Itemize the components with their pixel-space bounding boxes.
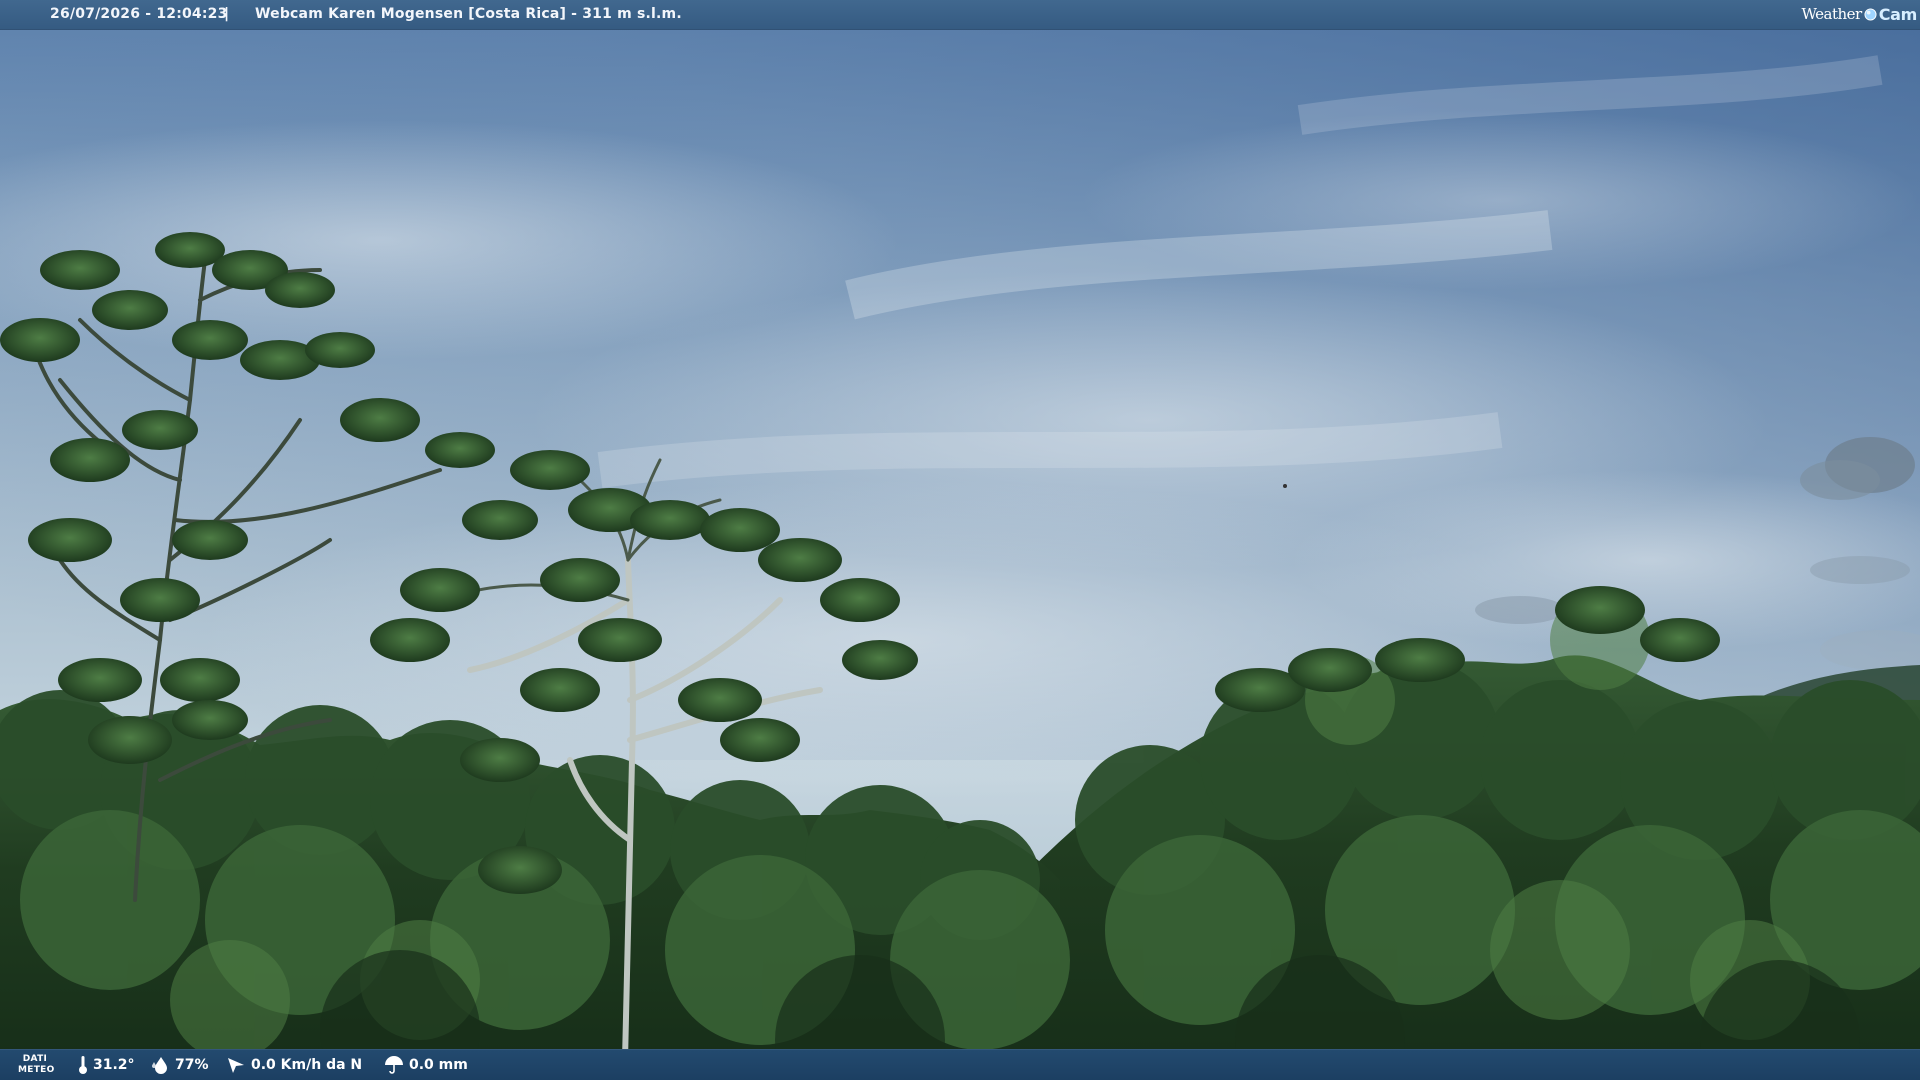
temperature-value: 31.2° [93, 1057, 135, 1073]
temperature-reading: 31.2° [78, 1050, 135, 1080]
brand-cam-text: Cam [1878, 5, 1918, 24]
info-separator: | [224, 6, 230, 22]
wind-direction-icon [228, 1058, 244, 1073]
weather-label-line1: DATI [22, 1054, 48, 1064]
wind-reading: 0.0 Km/h da N [226, 1050, 362, 1080]
wind-value: 0.0 Km/h da N [251, 1057, 363, 1073]
rain-reading: 0.0 mm [384, 1050, 468, 1080]
webcam-info-bar: 26/07/2026 - 12:04:23 | Webcam Karen Mog… [0, 0, 1920, 30]
webcam-location: Webcam Karen Mogensen [Costa Rica] - 311… [255, 6, 682, 22]
webcam-view: 26/07/2026 - 12:04:23 | Webcam Karen Mog… [0, 0, 1920, 1080]
humidity-value: 77% [175, 1057, 209, 1073]
thermometer-icon [79, 1056, 87, 1074]
weather-label-line2: METEO [18, 1065, 55, 1075]
globe-icon [1864, 8, 1877, 21]
humidity-reading: 77% [152, 1050, 209, 1080]
rain-value: 0.0 mm [409, 1057, 468, 1073]
capture-datetime: 26/07/2026 - 12:04:23 [50, 6, 228, 22]
rain-umbrella-icon [385, 1056, 403, 1074]
weather-data-label: DATI METEO [18, 1054, 55, 1076]
weather-data-bar: DATI METEO 31.2° 77% 0.0 Km/h da N 0.0 m… [0, 1049, 1920, 1080]
weathercam-logo: Weather Cam [1801, 0, 1917, 29]
humidity-drop-icon [152, 1057, 167, 1074]
brand-weather-text: Weather [1801, 5, 1862, 23]
webcam-image [0, 0, 1920, 1080]
